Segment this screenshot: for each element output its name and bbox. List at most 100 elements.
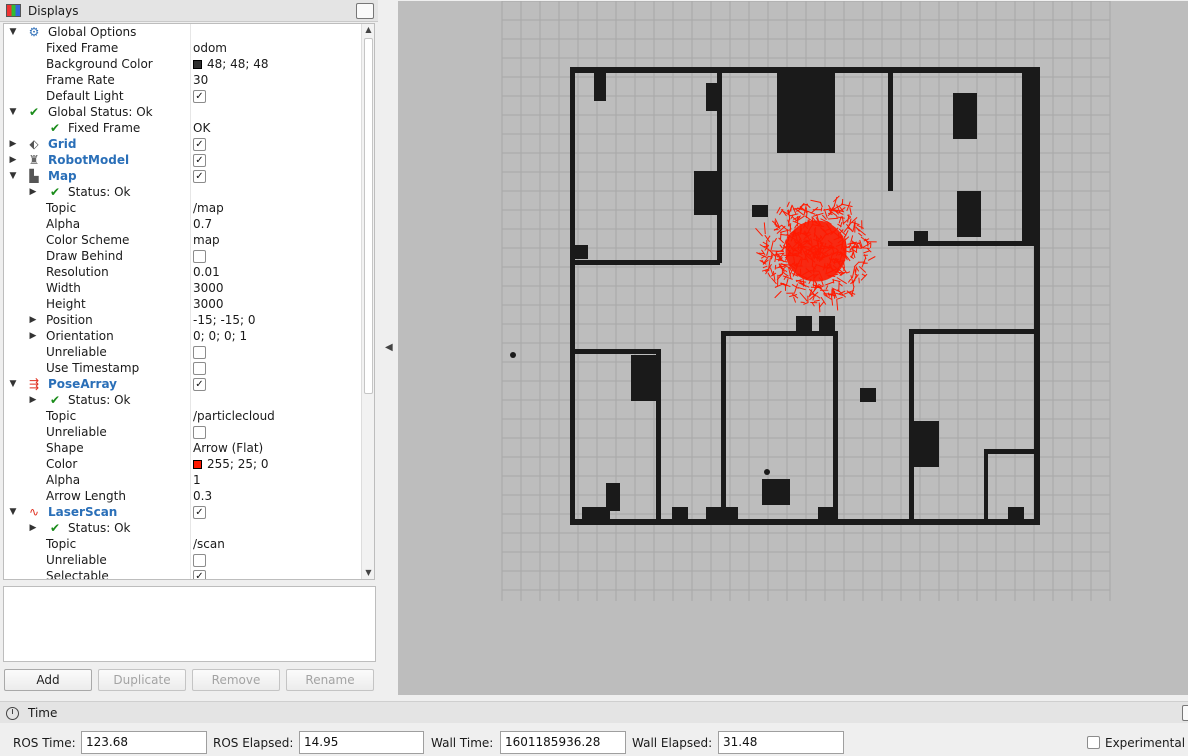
property-checkbox[interactable]: ✓: [193, 506, 206, 519]
tree-row[interactable]: ✔ Fixed Frame OK: [4, 120, 364, 136]
tree-row[interactable]: Arrow Length 0.3: [4, 488, 364, 504]
scroll-thumb[interactable]: [364, 38, 373, 394]
tree-row[interactable]: Fixed Frame odom: [4, 40, 364, 56]
expand-down-icon[interactable]: ▼: [8, 168, 18, 184]
tree-row[interactable]: ▼ ▙ Map ✓: [4, 168, 364, 184]
remove-button[interactable]: Remove: [192, 669, 280, 691]
expand-down-icon[interactable]: ▼: [8, 504, 18, 520]
property-value[interactable]: 3000: [193, 296, 224, 312]
property-checkbox[interactable]: [193, 346, 206, 359]
tree-row[interactable]: ▼ ⇶ PoseArray ✓: [4, 376, 364, 392]
property-checkbox[interactable]: ✓: [193, 570, 206, 579]
float-panel-button[interactable]: [356, 3, 374, 19]
tree-row[interactable]: Default Light ✓: [4, 88, 364, 104]
tree-row[interactable]: ▼ ⚙ Global Options: [4, 24, 364, 40]
tree-row[interactable]: Topic/particlecloud: [4, 408, 364, 424]
tree-row[interactable]: ▶ ♜ RobotModel ✓: [4, 152, 364, 168]
expand-down-icon[interactable]: ▼: [8, 376, 18, 392]
tree-row[interactable]: Background Color 48; 48; 48: [4, 56, 364, 72]
property-checkbox[interactable]: [193, 362, 206, 375]
collapse-left-icon[interactable]: ◀: [385, 342, 393, 353]
tree-row[interactable]: Unreliable: [4, 344, 364, 360]
tree-row[interactable]: Frame Rate 30: [4, 72, 364, 88]
tree-row[interactable]: ▼ ∿ LaserScan ✓: [4, 504, 364, 520]
expand-right-icon[interactable]: ▶: [28, 520, 38, 536]
tree-row[interactable]: Topic/map: [4, 200, 364, 216]
property-value[interactable]: /map: [193, 200, 224, 216]
property-value[interactable]: Arrow (Flat): [193, 440, 263, 456]
scroll-down-icon[interactable]: ▼: [364, 568, 373, 578]
tree-row[interactable]: Draw Behind: [4, 248, 364, 264]
tree-row[interactable]: ▼ ✔ Global Status: Ok: [4, 104, 364, 120]
property-value[interactable]: 1: [193, 472, 201, 488]
color-swatch[interactable]: [193, 460, 202, 469]
property-checkbox[interactable]: ✓: [193, 138, 206, 151]
property-checkbox[interactable]: [193, 554, 206, 567]
property-value[interactable]: map: [193, 232, 220, 248]
property-value[interactable]: 255; 25; 0: [193, 456, 269, 472]
panel-splitter[interactable]: ◀: [378, 0, 398, 697]
expand-right-icon[interactable]: ▶: [8, 136, 18, 152]
tree-row[interactable]: Selectable ✓: [4, 568, 364, 579]
tree-row[interactable]: Unreliable: [4, 552, 364, 568]
tree-row[interactable]: Color Scheme map: [4, 232, 364, 248]
wall-time-field[interactable]: 1601185936.28: [500, 731, 626, 754]
tree-row[interactable]: Alpha 1: [4, 472, 364, 488]
tree-row[interactable]: Alpha 0.7: [4, 216, 364, 232]
expand-right-icon[interactable]: ▶: [8, 152, 18, 168]
property-value[interactable]: OK: [193, 120, 210, 136]
render-view[interactable]: [398, 1, 1188, 695]
tree-row[interactable]: ▶ Orientation 0; 0; 0; 1: [4, 328, 364, 344]
property-checkbox[interactable]: ✓: [193, 170, 206, 183]
tree-row[interactable]: ▶ ✔ Status: Ok: [4, 392, 364, 408]
tree-row[interactable]: Topic/scan: [4, 536, 364, 552]
property-checkbox[interactable]: ✓: [193, 154, 206, 167]
property-value[interactable]: 48; 48; 48: [193, 56, 269, 72]
duplicate-button[interactable]: Duplicate: [98, 669, 186, 691]
expand-right-icon[interactable]: ▶: [28, 392, 38, 408]
tree-row[interactable]: Unreliable: [4, 424, 364, 440]
ros-elapsed-field[interactable]: 14.95: [299, 731, 424, 754]
tree-scrollbar[interactable]: ▲ ▼: [361, 24, 374, 579]
property-value[interactable]: odom: [193, 40, 227, 56]
map-canvas[interactable]: [398, 1, 1188, 695]
map-obstacles: [510, 67, 1040, 525]
laserscan-icon: ∿: [28, 505, 40, 519]
float-panel-button[interactable]: [1182, 705, 1188, 721]
tree-row[interactable]: Use Timestamp: [4, 360, 364, 376]
tree-row[interactable]: Height 3000: [4, 296, 364, 312]
expand-right-icon[interactable]: ▶: [28, 184, 38, 200]
property-value[interactable]: 0; 0; 0; 1: [193, 328, 247, 344]
rename-button[interactable]: Rename: [286, 669, 374, 691]
property-value[interactable]: 3000: [193, 280, 224, 296]
property-value[interactable]: 0.3: [193, 488, 212, 504]
tree-row[interactable]: ▶ ✔ Status: Ok: [4, 184, 364, 200]
tree-row[interactable]: Width 3000: [4, 280, 364, 296]
property-value[interactable]: 30: [193, 72, 208, 88]
tree-row[interactable]: ▶ ⬖ Grid ✓: [4, 136, 364, 152]
property-checkbox[interactable]: [193, 250, 206, 263]
property-checkbox[interactable]: ✓: [193, 90, 206, 103]
property-value[interactable]: -15; -15; 0: [193, 312, 256, 328]
color-swatch[interactable]: [193, 60, 202, 69]
tree-row[interactable]: ▶ Position -15; -15; 0: [4, 312, 364, 328]
property-value[interactable]: 0.7: [193, 216, 212, 232]
expand-right-icon[interactable]: ▶: [28, 312, 38, 328]
property-checkbox[interactable]: ✓: [193, 378, 206, 391]
experimental-checkbox[interactable]: [1087, 736, 1100, 749]
property-checkbox[interactable]: [193, 426, 206, 439]
expand-down-icon[interactable]: ▼: [8, 24, 18, 40]
ros-time-field[interactable]: 123.68: [81, 731, 207, 754]
property-value[interactable]: /scan: [193, 536, 225, 552]
scroll-up-icon[interactable]: ▲: [364, 25, 373, 35]
tree-row[interactable]: Resolution 0.01: [4, 264, 364, 280]
wall-elapsed-field[interactable]: 31.48: [718, 731, 844, 754]
tree-row[interactable]: Shape Arrow (Flat): [4, 440, 364, 456]
property-value[interactable]: /particlecloud: [193, 408, 275, 424]
expand-down-icon[interactable]: ▼: [8, 104, 18, 120]
property-value[interactable]: 0.01: [193, 264, 220, 280]
tree-row[interactable]: Color 255; 25; 0: [4, 456, 364, 472]
add-button[interactable]: Add: [4, 669, 92, 691]
tree-row[interactable]: ▶ ✔ Status: Ok: [4, 520, 364, 536]
expand-right-icon[interactable]: ▶: [28, 328, 38, 344]
